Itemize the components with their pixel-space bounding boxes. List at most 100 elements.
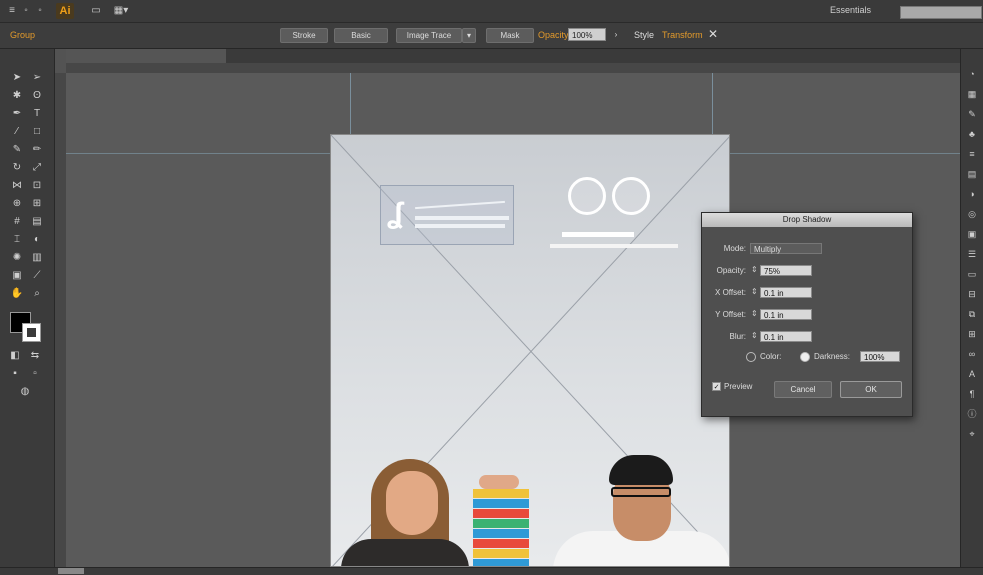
transparency-panel-icon[interactable]: ◑ (966, 189, 978, 200)
pen-tool-icon[interactable]: ✒ (8, 107, 26, 120)
arrange-documents-icon[interactable]: ▦▾ (112, 5, 130, 16)
tools-panel: ➤ ➢ ✱ ʘ ✒ T ⁄ □ ✎ ✏ ↻ ⤢ ⋈ ⊡ ⊕ ⊞ # ▤ ⌶ ◐ … (0, 49, 55, 567)
default-colors-icon[interactable]: ◧ (6, 349, 24, 362)
opacity-field[interactable]: 100% (568, 28, 606, 41)
type-tool-icon[interactable]: T (28, 107, 46, 120)
opacity-field[interactable]: 75% (760, 265, 812, 276)
symbols-panel-icon[interactable]: ♣ (966, 129, 978, 140)
menu-icon[interactable]: ◦ (20, 5, 32, 16)
selection-tool-icon[interactable]: ➤ (8, 71, 26, 84)
stepper-icon[interactable]: ⇕ (751, 265, 758, 274)
y-offset-label: Y Offset: (715, 310, 746, 319)
search-input[interactable] (900, 6, 982, 19)
color-panel-icon[interactable]: ◔ (966, 69, 978, 80)
artboard[interactable]: ʆ (330, 134, 730, 567)
transform-panel-icon[interactable]: ⊞ (966, 329, 978, 340)
free-transform-tool-icon[interactable]: ⊡ (28, 179, 46, 192)
mode-select[interactable]: Multiply (750, 243, 822, 254)
logo-bar (415, 200, 505, 210)
rectangle-tool-icon[interactable]: □ (28, 125, 46, 138)
zoom-tool-icon[interactable]: ⌕ (28, 287, 46, 300)
gradient-mode-icon[interactable]: ▫ (26, 367, 44, 380)
jenga-tower (473, 481, 529, 566)
stroke-panel-icon[interactable]: ≡ (966, 149, 978, 160)
gradient-tool-icon[interactable]: ▤ (28, 215, 46, 228)
pathfinder-panel-icon[interactable]: ⧉ (966, 309, 978, 320)
bridge-icon[interactable]: ▭ (90, 5, 102, 16)
close-icon[interactable]: ✕ (706, 28, 720, 41)
preview-checkbox[interactable]: ✓ (712, 382, 721, 391)
paintbrush-tool-icon[interactable]: ✎ (8, 143, 26, 156)
swatches-panel-icon[interactable]: ▦ (966, 89, 978, 100)
x-offset-field[interactable]: 0.1 in (760, 287, 812, 298)
graphic-styles-panel-icon[interactable]: ▣ (966, 229, 978, 240)
character-panel-icon[interactable]: A (966, 369, 978, 380)
right-logo-title (562, 232, 634, 237)
artboards-panel-icon[interactable]: ▭ (966, 269, 978, 280)
scale-tool-icon[interactable]: ⤢ (28, 161, 46, 174)
pencil-tool-icon[interactable]: ✏ (28, 143, 46, 156)
dialog-title[interactable]: Drop Shadow (702, 213, 912, 227)
darkness-radio[interactable] (800, 352, 810, 362)
slice-tool-icon[interactable]: ⟋ (28, 269, 46, 282)
eyedropper-tool-icon[interactable]: ⌶ (8, 233, 26, 246)
magic-wand-tool-icon[interactable]: ✱ (8, 89, 26, 102)
stepper-icon[interactable]: ⇕ (751, 309, 758, 318)
opacity-label[interactable]: Opacity (538, 30, 569, 40)
column-graph-tool-icon[interactable]: ▥ (28, 251, 46, 264)
blur-field[interactable]: 0.1 in (760, 331, 812, 342)
symbol-sprayer-tool-icon[interactable]: ✺ (8, 251, 26, 264)
color-radio[interactable] (746, 352, 756, 362)
chevron-right-icon[interactable]: › (610, 28, 622, 41)
width-tool-icon[interactable]: ⋈ (8, 179, 26, 192)
swap-colors-icon[interactable]: ⇆ (26, 349, 44, 362)
cancel-button[interactable]: Cancel (774, 381, 832, 398)
control-bar: Group Stroke Basic Image Trace ▾ Mask Op… (0, 23, 983, 49)
layers-panel-icon[interactable]: ☰ (966, 249, 978, 260)
y-offset-field[interactable]: 0.1 in (760, 309, 812, 320)
zoom-field[interactable] (58, 568, 84, 574)
document-tab-secondary[interactable] (236, 49, 496, 63)
photo-man-glasses (611, 487, 671, 497)
blend-tool-icon[interactable]: ◐ (28, 233, 46, 246)
gradient-panel-icon[interactable]: ▤ (966, 169, 978, 180)
navigator-panel-icon[interactable]: ⌖ (966, 429, 978, 440)
color-mode-icon[interactable]: ▪ (6, 367, 24, 380)
artboard-tool-icon[interactable]: ▣ (8, 269, 26, 282)
mask-button[interactable]: Mask (486, 28, 534, 43)
links-panel-icon[interactable]: ∞ (966, 349, 978, 360)
align-panel-icon[interactable]: ⊟ (966, 289, 978, 300)
direct-selection-tool-icon[interactable]: ➢ (28, 71, 46, 84)
paragraph-panel-icon[interactable]: ¶ (966, 389, 978, 400)
left-logo[interactable]: ʆ (380, 185, 514, 245)
document-tab[interactable] (66, 49, 226, 63)
brushes-panel-icon[interactable]: ✎ (966, 109, 978, 120)
workspace-switcher[interactable]: Essentials (830, 5, 886, 17)
shape-builder-tool-icon[interactable]: ⊕ (8, 197, 26, 210)
menu-icon[interactable]: ◦ (34, 5, 46, 16)
ok-button[interactable]: OK (840, 381, 902, 398)
color-label: Color: (760, 352, 782, 361)
hand-tool-icon[interactable]: ✋ (8, 287, 26, 300)
grandfather-face-icon (612, 177, 650, 215)
line-tool-icon[interactable]: ⁄ (8, 125, 26, 138)
chevron-down-icon[interactable]: ▾ (462, 28, 476, 43)
drawing-mode-icon[interactable]: ◍ (16, 385, 34, 398)
basic-brush-button[interactable]: Basic (334, 28, 388, 43)
photo-woman-face (386, 471, 438, 535)
lasso-tool-icon[interactable]: ʘ (28, 89, 46, 102)
image-trace-button[interactable]: Image Trace (396, 28, 462, 43)
stepper-icon[interactable]: ⇕ (751, 331, 758, 340)
stroke-button[interactable]: Stroke (280, 28, 328, 43)
opacity-label: Opacity: (716, 266, 746, 275)
illustrator-logo: Ai (56, 3, 74, 19)
menu-icon[interactable]: ≡ (6, 5, 18, 16)
perspective-grid-tool-icon[interactable]: ⊞ (28, 197, 46, 210)
transform-link[interactable]: Transform (662, 30, 703, 40)
appearance-panel-icon[interactable]: ◎ (966, 209, 978, 220)
mesh-tool-icon[interactable]: # (8, 215, 26, 228)
rotate-tool-icon[interactable]: ↻ (8, 161, 26, 174)
info-panel-icon[interactable]: ⓘ (966, 409, 978, 420)
stepper-icon[interactable]: ⇕ (751, 287, 758, 296)
darkness-field[interactable]: 100% (860, 351, 900, 362)
